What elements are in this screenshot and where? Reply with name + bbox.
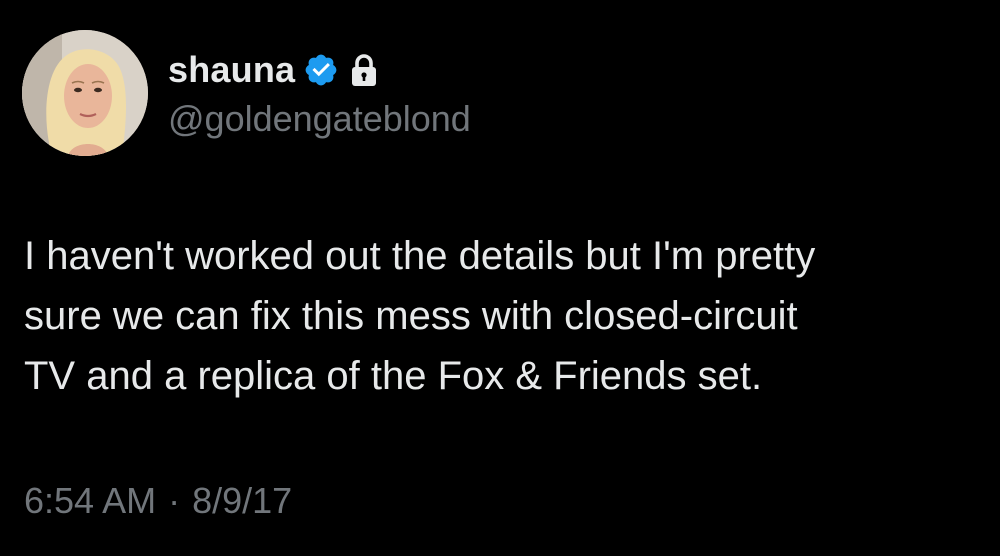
tweet-text-line: TV and a replica of the Fox & Friends se… — [24, 354, 763, 398]
tweet-timestamp[interactable]: 6:54 AM · 8/9/17 — [24, 480, 292, 522]
profile-photo — [22, 30, 148, 156]
tweet-text-line: sure we can fix this mess with closed-ci… — [24, 294, 798, 338]
meta-separator: · — [168, 480, 181, 521]
display-name[interactable]: shauna — [168, 49, 295, 91]
tweet-date: 8/9/17 — [192, 480, 293, 521]
tweet-time: 6:54 AM — [24, 480, 157, 521]
user-handle[interactable]: @goldengateblond — [168, 98, 471, 140]
name-row: shauna — [168, 44, 379, 96]
tweet-text-line: I haven't worked out the details but I'm… — [24, 234, 816, 278]
tweet-card: shauna @goldengateblond I haven't worked… — [0, 0, 1000, 556]
lock-icon — [349, 53, 379, 87]
tweet-text: I haven't worked out the details but I'm… — [24, 226, 984, 406]
verified-badge-icon[interactable] — [303, 52, 339, 88]
avatar[interactable] — [22, 30, 148, 156]
